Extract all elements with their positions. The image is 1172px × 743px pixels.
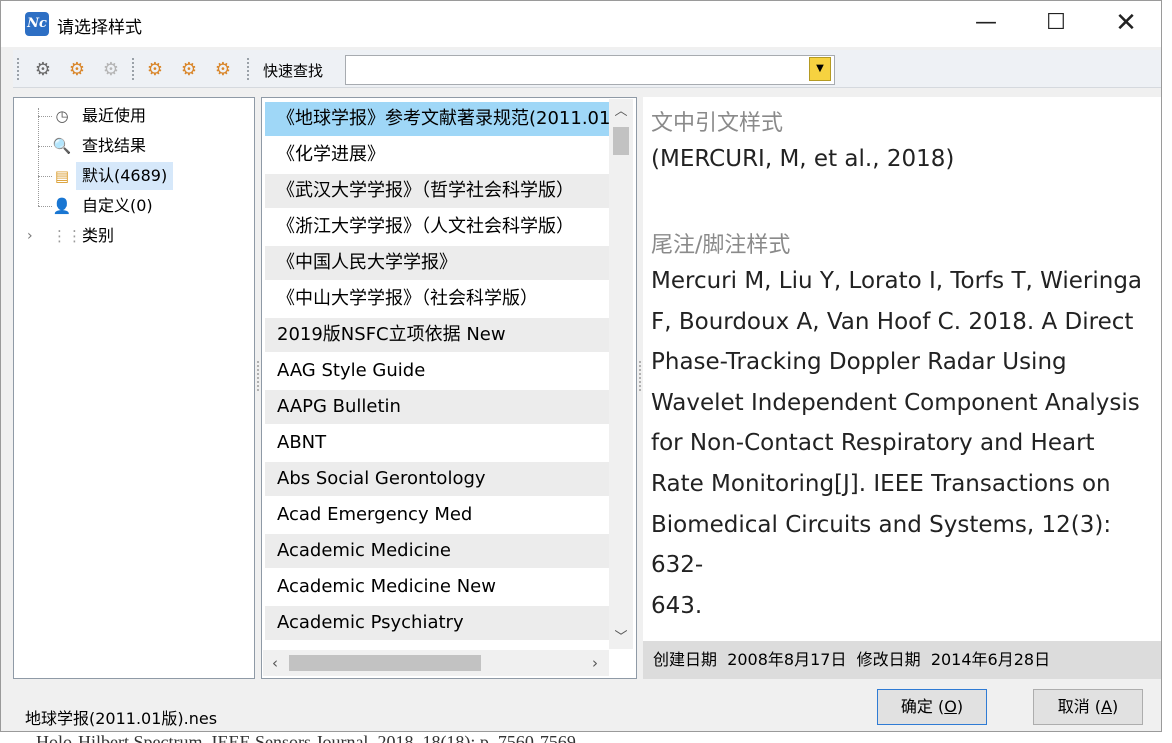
list-item[interactable]: 《武汉大学学报》（哲学社会科学版） [265,174,609,208]
title-bar: Nc 请选择样式 — ☐ ✕ [1,1,1161,47]
list-item[interactable]: 2019版NSFC立项依据 New [265,318,609,352]
toolbar-separator [132,58,135,80]
scroll-down-icon[interactable]: ﹀ [609,627,633,649]
quick-search-dropdown-button[interactable]: ▼ [809,57,831,81]
scroll-up-icon[interactable]: ︿ [609,101,633,123]
delete-style-icon[interactable]: ⚙ [98,57,124,83]
created-label: 创建日期 [653,650,718,669]
selected-filename: 地球学报(2011.01版).nes [25,709,218,728]
grid-icon: ⋮⋮ [52,227,82,245]
update-style-icon[interactable]: ⚙ [210,57,236,83]
ok-accelerator: O [944,697,957,716]
tree-item-label: 自定义(0) [82,196,153,215]
tree-item-recent[interactable]: ◷ 最近使用 [14,102,244,130]
book-icon: ▤ [54,167,70,185]
quick-search-label: 快速查找 [263,62,324,80]
list-item[interactable]: ABNT [265,426,609,460]
tree-item-custom[interactable]: 👤 自定义(0) [14,192,244,220]
list-item[interactable]: 《化学进展》 [265,138,609,172]
list-item[interactable]: 《中国人民大学学报》 [265,246,609,280]
ok-label: 确定 ( [900,697,945,716]
list-item[interactable]: Abs Social Gerontology [265,462,609,496]
minimize-button[interactable]: — [951,1,1021,47]
list-item[interactable]: Acad Emergency Med [265,498,609,532]
tree-item-categories[interactable]: › ⋮⋮ 类别 [14,222,244,250]
list-item[interactable]: Academic Medicine New [265,570,609,604]
date-footer: 创建日期 2008年8月17日 修改日期 2014年6月28日 [643,641,1161,679]
style-picker-dialog: Nc 请选择样式 — ☐ ✕ ⚙ ⚙ ⚙ ⚙ ⚙ ⚙ 快速查找 ▼ ◷ 最近使用… [0,0,1162,732]
tree-item-label: 最近使用 [82,106,147,125]
edit-style-icon[interactable]: ⚙ [64,57,90,83]
endnote-line: Biomedical Circuits and Systems, 12(3): … [651,511,1112,579]
search-doc-icon: 🔍 [52,137,72,155]
modified-date: 2014年6月28日 [930,650,1051,669]
tree-item-label: 查找结果 [82,136,147,155]
toolbar-separator [247,58,250,80]
list-item[interactable]: 《中山大学学报》（社会科学版） [265,282,609,316]
endnote-line: F, Bourdoux A, Van Hoof C. 2018. A Direc… [651,308,1134,335]
list-item[interactable]: AAPG Bulletin [265,390,609,424]
background-edge [1163,46,1172,743]
list-item[interactable]: AAG Style Guide [265,354,609,388]
endnote-line: Wavelet Independent Component Analysis [651,389,1140,416]
style-list: 《地球学报》参考文献著录规范(2011.01版) 《化学进展》 《武汉大学学报》… [261,97,637,679]
export-style-icon[interactable]: ⚙ [176,57,202,83]
scrollbar-thumb[interactable] [613,127,629,155]
vertical-scrollbar[interactable]: ︿ ﹀ [609,99,633,649]
add-style-icon[interactable]: ⚙ [30,57,56,83]
intext-heading: 文中引文样式 [651,111,784,136]
clock-icon: ◷ [55,107,69,125]
ok-button[interactable]: 确定 (O) [877,689,987,725]
endnote-example: Mercuri M, Liu Y, Lorato I, Torfs T, Wie… [651,261,1156,626]
quick-search-input[interactable] [345,55,835,85]
list-item[interactable]: Academic Psychiatry [265,606,609,640]
endnote-line: Phase-Tracking Doppler Radar Using [651,349,1067,376]
maximize-button[interactable]: ☐ [1021,1,1091,47]
endnote-line: for Non-Contact Respiratory and Heart [651,430,1095,457]
horizontal-scrollbar[interactable]: ‹ › [263,650,609,676]
created-date: 2008年8月17日 [727,650,847,669]
tree-item-label: 类别 [82,226,115,245]
modified-label: 修改日期 [856,650,921,669]
list-item[interactable]: 《浙江大学学报》（人文社会科学版） [265,210,609,244]
tree-item-default[interactable]: ▤ 默认(4689) [14,162,244,190]
toolbar-grip[interactable] [17,58,20,80]
tree-item-label: 默认(4689) [76,162,174,190]
chevron-right-icon[interactable]: › [27,222,33,250]
app-logo-icon: Nc [25,12,49,36]
scroll-right-icon[interactable]: › [583,650,607,676]
category-tree: ◷ 最近使用 🔍 查找结果 ▤ 默认(4689) 👤 自定义(0) › ⋮⋮ 类… [13,97,255,679]
scroll-left-icon[interactable]: ‹ [263,650,287,676]
intext-example: (MERCURI, M, et al., 2018) [651,146,955,172]
style-preview: 文中引文样式 (MERCURI, M, et al., 2018) 尾注/脚注样… [643,97,1161,679]
cancel-accelerator: A [1101,697,1113,716]
tree-item-search-results[interactable]: 🔍 查找结果 [14,132,244,160]
list-item[interactable]: Academic Medicine [265,534,609,568]
scrollbar-thumb[interactable] [289,655,481,671]
cancel-button[interactable]: 取消 (A) [1033,689,1143,725]
window-title: 请选择样式 [57,18,142,38]
cancel-label: 取消 ( [1057,697,1102,716]
import-style-icon[interactable]: ⚙ [142,57,168,83]
user-icon: 👤 [52,197,72,215]
endnote-line: 643. [651,592,703,619]
close-button[interactable]: ✕ [1091,1,1161,47]
list-item[interactable]: 《地球学报》参考文献著录规范(2011.01版) [265,102,609,136]
toolbar: ⚙ ⚙ ⚙ ⚙ ⚙ ⚙ 快速查找 ▼ [13,50,1161,88]
endnote-heading: 尾注/脚注样式 [651,233,791,258]
endnote-line: Mercuri M, Liu Y, Lorato I, Torfs T, Wie… [651,268,1143,294]
endnote-line: Rate Monitoring[J]. IEEE Transactions on [651,470,1111,497]
